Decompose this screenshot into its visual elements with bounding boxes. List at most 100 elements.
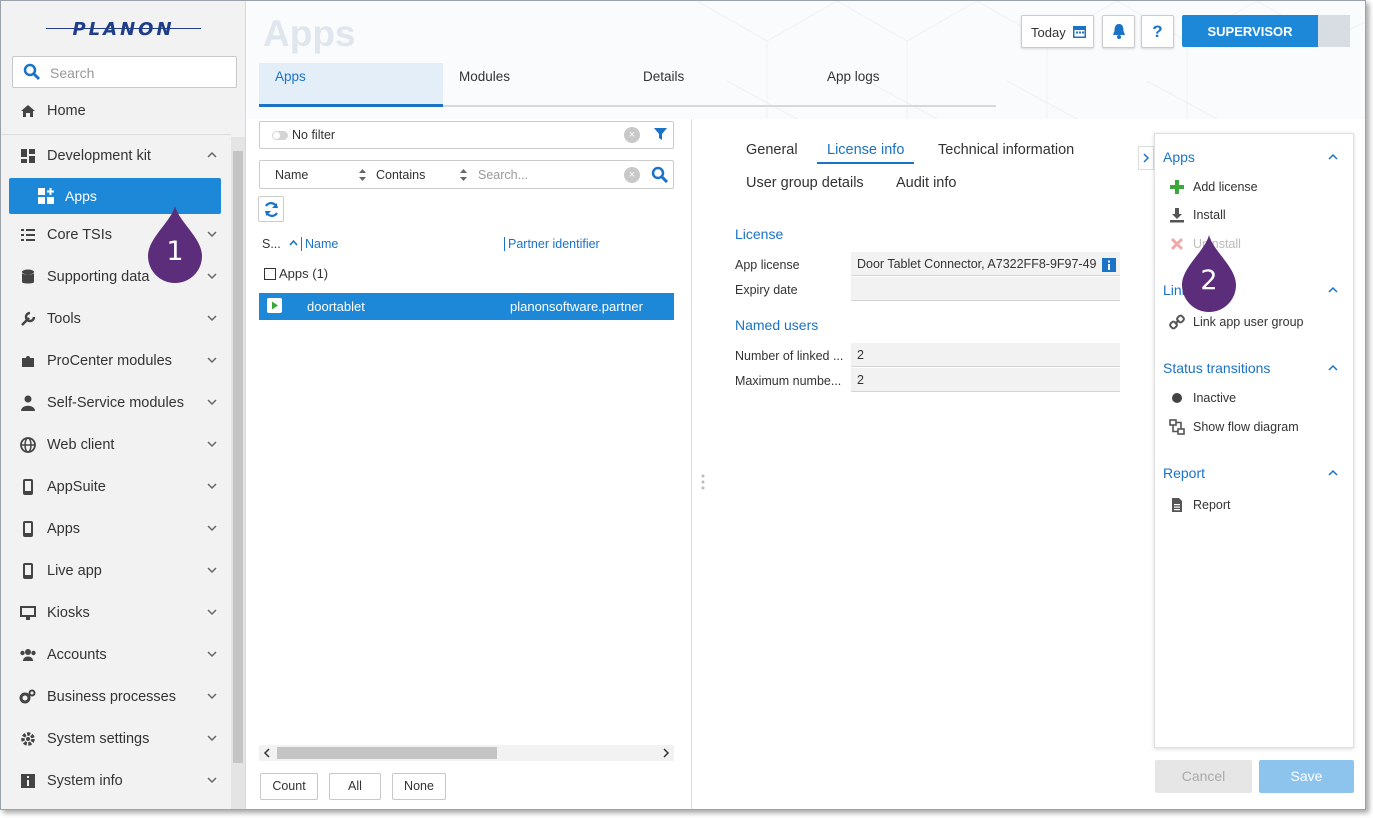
detail-tab-technical-information[interactable]: Technical information (938, 142, 1074, 158)
chevron-down-icon (207, 483, 217, 490)
chevron-up-icon[interactable] (1327, 151, 1339, 163)
status-active-icon (267, 298, 282, 313)
app-window: PLANON Search Home Development kit Apps … (0, 0, 1366, 810)
page-title: Apps (263, 13, 356, 54)
install-action[interactable]: Install (1193, 208, 1226, 222)
column-divider[interactable] (301, 237, 302, 251)
sidebar-item-apps[interactable]: Apps (1, 512, 231, 546)
search-icon[interactable] (651, 166, 668, 183)
today-button[interactable]: Today (1021, 15, 1094, 48)
collapse-action-panel-button[interactable] (1138, 146, 1154, 170)
list-horizontal-scrollbar[interactable] (259, 745, 674, 761)
sidebar-item-appsuite[interactable]: AppSuite (1, 470, 231, 504)
action-group-status-transitions[interactable]: Status transitions (1163, 360, 1270, 376)
column-divider[interactable] (504, 237, 505, 251)
sidebar-item-accounts[interactable]: Accounts (1, 638, 231, 672)
chevron-up-icon[interactable] (1327, 284, 1339, 296)
scrollbar-thumb[interactable] (277, 747, 497, 759)
cancel-button[interactable]: Cancel (1155, 760, 1252, 793)
sidebar-item-system-settings[interactable]: System settings (1, 722, 231, 756)
row-name: doortablet (307, 299, 365, 314)
chevron-down-icon (207, 231, 217, 238)
action-group-report[interactable]: Report (1163, 465, 1205, 481)
report-action[interactable]: Report (1193, 498, 1231, 512)
sort-asc-icon (289, 240, 298, 246)
tab-modules[interactable]: Modules (459, 63, 579, 107)
main-tabs: Apps Modules Details App logs (259, 63, 996, 107)
detail-tab-user-group-details[interactable]: User group details (746, 175, 864, 191)
pane-splitter (691, 119, 692, 809)
chevron-down-icon (207, 567, 217, 574)
add-license-action[interactable]: Add license (1193, 180, 1258, 194)
scrollbar-thumb[interactable] (233, 151, 243, 763)
clear-filter-icon[interactable]: × (624, 127, 640, 143)
select-all-button[interactable]: All (329, 773, 381, 800)
action-group-apps[interactable]: Apps (1163, 149, 1195, 165)
search-icon (23, 63, 41, 81)
chevron-down-icon (207, 693, 217, 700)
section-title-named-users: Named users (735, 317, 819, 333)
sidebar-item-kiosks[interactable]: Kiosks (1, 596, 231, 630)
chevron-down-icon (207, 651, 217, 658)
save-button[interactable]: Save (1259, 760, 1354, 793)
scroll-left-icon[interactable] (262, 748, 272, 758)
list-icon (21, 229, 35, 241)
tab-app-logs[interactable]: App logs (827, 63, 947, 107)
sidebar-item-web-client[interactable]: Web client (1, 428, 231, 462)
scroll-right-icon[interactable] (661, 748, 671, 758)
info-icon[interactable] (1102, 258, 1116, 272)
filter-icon[interactable] (653, 127, 668, 142)
chevron-up-icon[interactable] (1327, 467, 1339, 479)
tab-apps[interactable]: Apps (259, 63, 443, 107)
drag-handle-icon[interactable] (700, 473, 706, 491)
search-field-select[interactable]: Name (275, 168, 308, 182)
table-row-selected[interactable]: doortablet planonsoftware.partner (259, 293, 674, 320)
group-row[interactable]: Apps (1) (264, 266, 328, 281)
tab-details[interactable]: Details (643, 63, 763, 107)
monitor-icon (20, 606, 36, 620)
filter-selector[interactable]: No filter × (259, 121, 674, 149)
sidebar-item-self-service-modules[interactable]: Self-Service modules (1, 386, 231, 420)
linked-users-field[interactable]: 2 (851, 343, 1120, 367)
column-header-name[interactable]: Name (305, 237, 338, 251)
expiry-date-field[interactable] (851, 277, 1120, 301)
sidebar-search-input[interactable]: Search (12, 56, 237, 88)
sidebar-item-tools[interactable]: Tools (1, 302, 231, 336)
add-icon (1170, 180, 1184, 194)
sidebar-item-procenter-modules[interactable]: ProCenter modules (1, 344, 231, 378)
user-menu-dropdown[interactable] (1318, 15, 1350, 47)
inactive-action[interactable]: Inactive (1193, 391, 1236, 405)
search-operator-select[interactable]: Contains (376, 168, 425, 182)
user-menu-button[interactable]: SUPERVISOR (1182, 15, 1350, 47)
mobile-icon (23, 563, 33, 579)
sidebar-item-home[interactable]: Home (1, 94, 231, 128)
info-icon (21, 774, 35, 788)
column-header-status[interactable]: S... (262, 237, 281, 251)
count-button[interactable]: Count (260, 773, 318, 800)
sidebar-item-business-processes[interactable]: Business processes (1, 680, 231, 714)
puzzle-icon (22, 356, 34, 367)
select-none-button[interactable]: None (392, 773, 446, 800)
refresh-button[interactable] (258, 196, 284, 222)
calendar-icon (1073, 26, 1086, 38)
maximum-users-field[interactable]: 2 (851, 368, 1120, 392)
show-flow-diagram-action[interactable]: Show flow diagram (1193, 420, 1299, 434)
clear-search-icon[interactable]: × (624, 167, 640, 183)
link-app-user-group-action[interactable]: Link app user group (1193, 315, 1304, 329)
sidebar-item-system-info[interactable]: System info (1, 764, 231, 798)
sidebar-scrollbar[interactable] (231, 137, 245, 809)
group-checkbox[interactable] (264, 268, 276, 280)
sidebar-item-live-app[interactable]: Live app (1, 554, 231, 588)
list-search-input[interactable]: Search... (478, 168, 528, 182)
detail-tab-audit-info[interactable]: Audit info (896, 175, 956, 191)
column-header-partner-identifier[interactable]: Partner identifier (508, 237, 600, 251)
sort-updown-icon (460, 169, 467, 181)
detail-tab-general[interactable]: General (746, 142, 798, 158)
notifications-button[interactable] (1102, 15, 1135, 48)
app-license-field[interactable]: Door Tablet Connector, A7322FF8-9F97-49 (851, 252, 1120, 276)
chevron-up-icon[interactable] (1327, 362, 1339, 374)
globe-icon (20, 437, 36, 453)
sidebar-item-development-kit[interactable]: Development kit (1, 139, 231, 173)
help-button[interactable]: ? (1141, 15, 1174, 48)
detail-tab-license-info[interactable]: License info (817, 142, 915, 164)
